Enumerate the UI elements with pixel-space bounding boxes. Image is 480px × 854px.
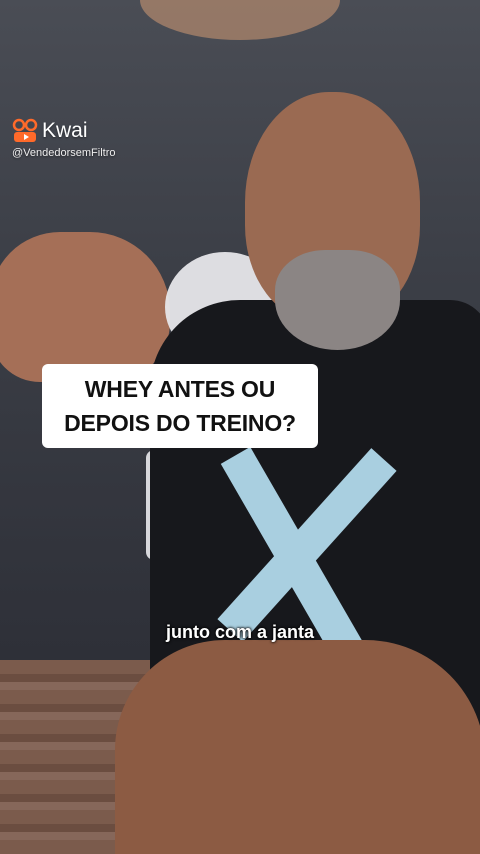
- caption-subtitle: junto com a janta: [165, 622, 315, 642]
- title-text: WHEY ANTES OU DEPOIS DO TREINO?: [64, 372, 296, 440]
- title-line-1: WHEY ANTES OU: [84, 376, 276, 402]
- presenter-beard-image: [275, 250, 400, 350]
- title-card: WHEY ANTES OU DEPOIS DO TREINO?: [42, 364, 318, 448]
- kwai-app-name: Kwai: [42, 119, 88, 142]
- kwai-username: @VendedorsemFiltro: [12, 147, 116, 159]
- left-hand-image: [0, 232, 170, 382]
- presenter-hands-image: [115, 640, 480, 854]
- title-line-2: DEPOIS DO TREINO?: [64, 410, 296, 436]
- kwai-logo-icon: [12, 118, 38, 142]
- kwai-watermark: Kwai @VendedorsemFiltro: [12, 118, 147, 161]
